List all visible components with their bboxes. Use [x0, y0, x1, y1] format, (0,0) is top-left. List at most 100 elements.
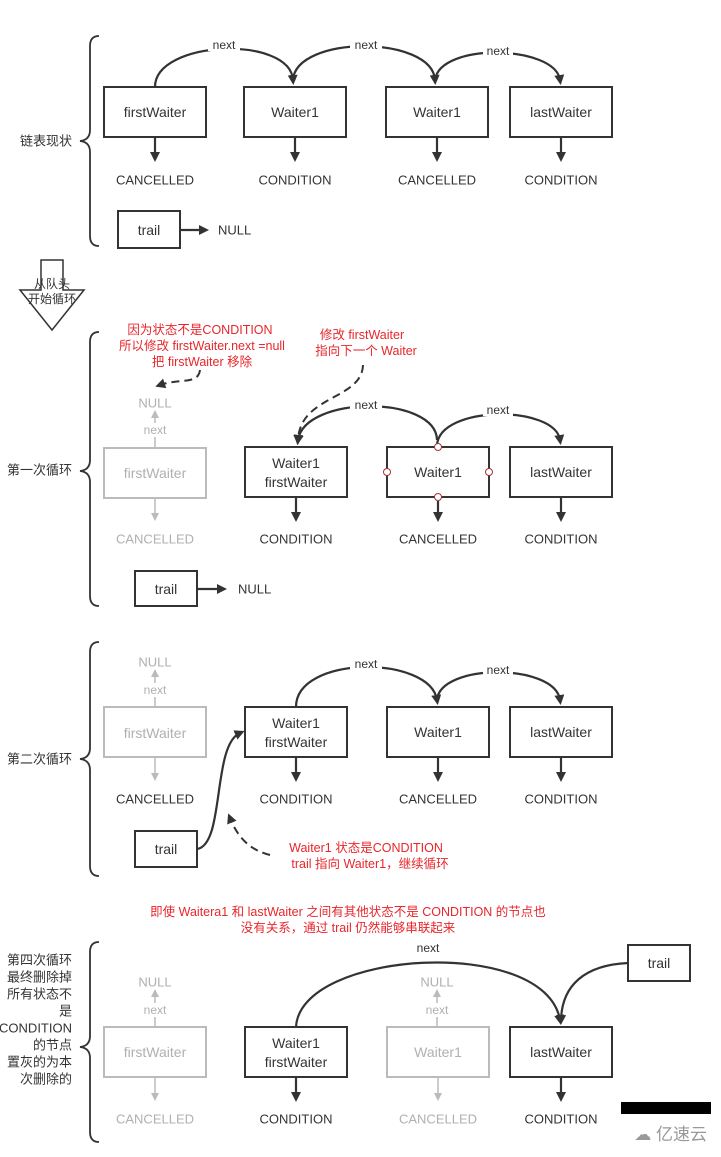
node-label: Waiter1	[272, 455, 320, 471]
next-label: next	[144, 423, 167, 437]
status-text: CONDITION	[260, 532, 333, 547]
note-text: 因为状态不是CONDITION	[127, 323, 272, 337]
null-text: NULL	[138, 975, 171, 990]
null-text: NULL	[420, 975, 453, 990]
status-text: CANCELLED	[398, 173, 476, 188]
trail-label: trail	[155, 581, 178, 597]
next-label: next	[355, 398, 378, 412]
section-label-line: 次删除的	[20, 1072, 72, 1087]
next-label: next	[144, 683, 167, 697]
note-text: 修改 firstWaiter	[320, 327, 404, 342]
node-label: lastWaiter	[530, 1044, 592, 1060]
loop-label: 开始循环	[28, 292, 76, 306]
section-fourth-loop: 即使 Waitera1 和 lastWaiter 之间有其他状态不是 CONDI…	[0, 904, 691, 1143]
diagram-canvas: 链表现状 next next next firstWaiter Waiter1 …	[0, 35, 691, 1143]
next-label: next	[355, 38, 378, 52]
connection-point[interactable]	[485, 468, 493, 476]
null-text: NULL	[218, 223, 251, 238]
status-text: CANCELLED	[116, 792, 194, 807]
next-label: next	[426, 1003, 449, 1017]
node-label: firstWaiter	[124, 465, 187, 481]
next-edge	[294, 666, 442, 708]
status-text: CANCELLED	[116, 173, 194, 188]
next-label: next	[144, 1003, 167, 1017]
cloud-logo-icon: ☁	[634, 1125, 652, 1144]
status-text: CONDITION	[525, 532, 598, 547]
next-edge	[435, 413, 565, 446]
trail-label: trail	[155, 841, 178, 857]
node-label: firstWaiter	[265, 734, 328, 750]
note-arrow	[155, 369, 201, 389]
loop-label: 从队头	[34, 276, 70, 291]
status-text: CANCELLED	[399, 1112, 477, 1127]
status-text: CANCELLED	[116, 1112, 194, 1127]
node-label: firstWaiter	[265, 1054, 328, 1070]
note-text: 即使 Waitera1 和 lastWaiter 之间有其他状态不是 CONDI…	[150, 904, 546, 919]
section-brace	[79, 941, 100, 1143]
status-text: CONDITION	[260, 1112, 333, 1127]
section-brace	[79, 331, 100, 607]
section-current-list: 链表现状 next next next firstWaiter Waiter1 …	[20, 35, 613, 249]
section-label: 第一次循环	[7, 463, 72, 478]
trail-label: trail	[648, 955, 671, 971]
next-label: next	[355, 657, 378, 671]
section-label: 链表现状	[20, 134, 72, 149]
connection-point[interactable]	[383, 468, 391, 476]
null-text: NULL	[138, 396, 171, 411]
trail-arrow	[556, 961, 629, 1025]
null-text: NULL	[138, 655, 171, 670]
section-label-line: 的节点	[33, 1038, 72, 1053]
node-label: lastWaiter	[530, 104, 592, 120]
watermark-text: 亿速云	[656, 1125, 707, 1144]
next-edge	[294, 961, 565, 1028]
note-text: 指向下一个 Waiter	[315, 343, 417, 358]
node-label: firstWaiter	[124, 725, 187, 741]
node-label: Waiter1	[272, 1035, 320, 1051]
node-label: Waiter1	[414, 724, 462, 740]
status-text: CONDITION	[525, 173, 598, 188]
next-label: next	[487, 44, 510, 58]
section-label-line: 最终删除掉	[7, 970, 72, 985]
connection-point[interactable]	[434, 493, 442, 501]
note-text: Waiter1 状态是CONDITION	[289, 841, 443, 855]
note-arrow	[227, 813, 271, 856]
next-edge	[153, 47, 298, 88]
next-label: next	[417, 941, 440, 955]
node-label: firstWaiter	[124, 1044, 187, 1060]
watermark: ☁ 亿速云	[634, 1120, 707, 1145]
section-label-line: 第四次循环	[7, 953, 72, 968]
trail-label: trail	[138, 222, 161, 238]
node-label: lastWaiter	[530, 724, 592, 740]
note-text: 所以修改 firstWaiter.next =null	[119, 338, 285, 353]
node-label: firstWaiter	[265, 474, 328, 490]
next-label: next	[487, 403, 510, 417]
note-text: 没有关系，通过 trail 仍然能够串联起来	[241, 920, 456, 935]
status-text: CANCELLED	[399, 532, 477, 547]
status-text: CONDITION	[525, 1112, 598, 1127]
status-text: CONDITION	[259, 173, 332, 188]
section-label-line: CONDITION	[0, 1021, 72, 1036]
section-label-line: 所有状态不	[7, 987, 72, 1002]
node-label: Waiter1	[272, 715, 320, 731]
section-first-loop: 第一次循环 因为状态不是CONDITION 所以修改 firstWaiter.n…	[7, 323, 613, 607]
note-text: 把 firstWaiter 移除	[152, 354, 253, 369]
status-text: CANCELLED	[116, 532, 194, 547]
section-second-loop: 第二次循环 NULL next next next firstWaiter Wa…	[7, 641, 613, 877]
node-label: firstWaiter	[124, 104, 187, 120]
next-label: next	[487, 663, 510, 677]
loop-start-arrow: 从队头 开始循环	[18, 259, 86, 332]
next-label: next	[213, 38, 236, 52]
node-label: Waiter1	[414, 464, 462, 480]
section-label: 第四次循环 最终删除掉 所有状态不 是 CONDITION 的节点 置灰的为本 …	[0, 953, 72, 1087]
section-label-line: 是	[59, 1004, 72, 1019]
note-text: trail 指向 Waiter1，继续循环	[291, 856, 448, 871]
node-label: Waiter1	[271, 104, 319, 120]
section-brace	[79, 641, 100, 877]
redaction-bar	[621, 1102, 711, 1114]
status-text: CONDITION	[525, 792, 598, 807]
section-label-line: 置灰的为本	[7, 1055, 72, 1070]
connection-point[interactable]	[434, 443, 442, 451]
node-label: lastWaiter	[530, 464, 592, 480]
status-text: CONDITION	[260, 792, 333, 807]
null-text: NULL	[238, 582, 271, 597]
